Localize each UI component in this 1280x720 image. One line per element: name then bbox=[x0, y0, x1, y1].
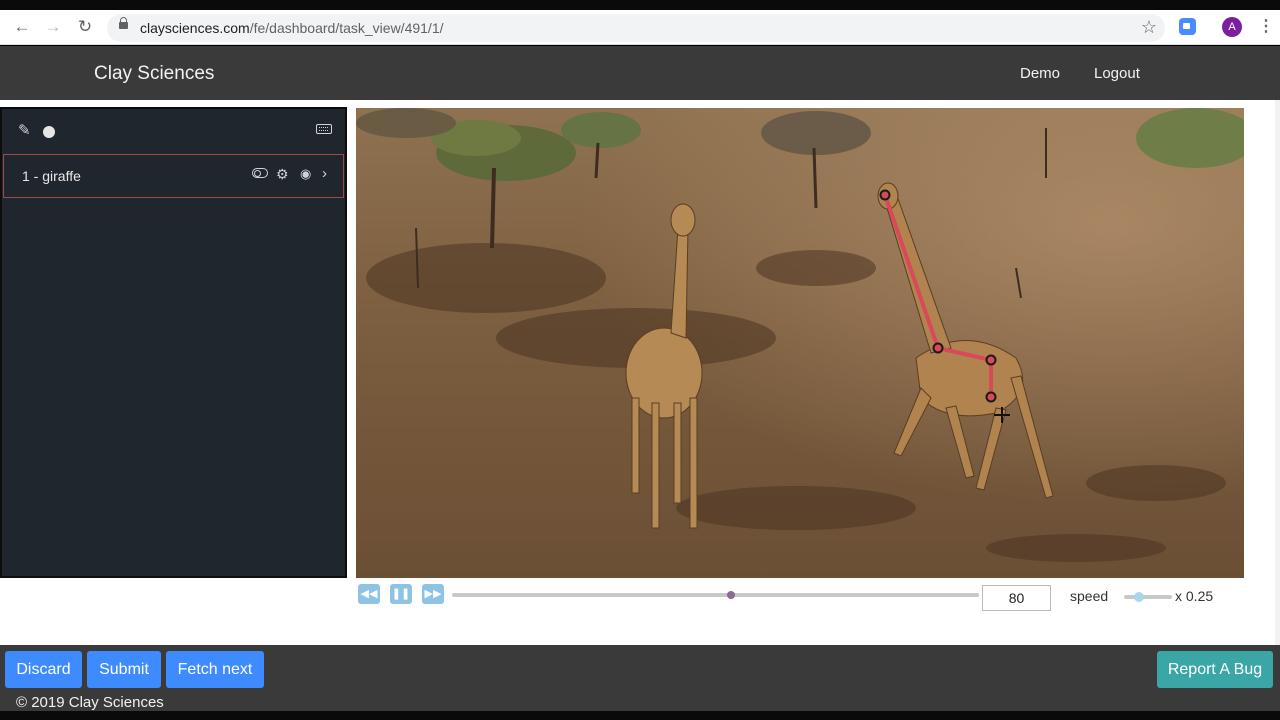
nav-logout-link[interactable]: Logout bbox=[1094, 65, 1140, 82]
objects-sidebar: ✎ 1 - giraffe ⚙ ◉ › bbox=[0, 107, 347, 578]
window-bottom-edge bbox=[0, 711, 1280, 720]
chevron-right-icon[interactable]: › bbox=[322, 165, 327, 182]
nav-demo-link[interactable]: Demo bbox=[1020, 65, 1060, 82]
keypoint-neck-base bbox=[932, 342, 944, 354]
pause-button[interactable]: ❚❚ bbox=[390, 584, 412, 604]
object-item-giraffe[interactable]: 1 - giraffe ⚙ ◉ › bbox=[3, 154, 344, 198]
zoom-extension-icon[interactable] bbox=[1179, 18, 1196, 35]
footer-bar: Discard Submit Fetch next Report A Bug ©… bbox=[0, 645, 1280, 711]
speed-slider-thumb[interactable] bbox=[1133, 592, 1144, 602]
keypoint-head bbox=[879, 189, 891, 201]
frame-number-input[interactable]: 80 bbox=[982, 585, 1051, 611]
eye-icon[interactable]: ◉ bbox=[300, 166, 311, 182]
page-scrollbar[interactable] bbox=[1275, 100, 1280, 645]
keyboard-icon[interactable] bbox=[316, 124, 332, 134]
pencil-icon[interactable]: ✎ bbox=[18, 121, 31, 139]
submit-button[interactable]: Submit bbox=[87, 651, 161, 688]
reload-icon[interactable]: ↻ bbox=[75, 17, 95, 37]
url-path: /fe/dashboard/task_view/491/1/ bbox=[249, 20, 444, 36]
speed-slider[interactable] bbox=[1124, 592, 1172, 602]
annotation-toolbar: ✎ bbox=[2, 109, 345, 154]
timeline-slider[interactable] bbox=[452, 591, 979, 599]
copyright-text: © 2019 Clay Sciences bbox=[16, 694, 164, 711]
browser-toolbar: ← → ↻ claysciences.com/fe/dashboard/task… bbox=[0, 10, 1280, 45]
toggle-icon[interactable] bbox=[252, 168, 268, 178]
address-bar[interactable]: claysciences.com/fe/dashboard/task_view/… bbox=[107, 14, 1165, 42]
speed-label: speed bbox=[1070, 588, 1109, 604]
url-text: claysciences.com/fe/dashboard/task_view/… bbox=[140, 20, 444, 36]
video-canvas[interactable] bbox=[356, 108, 1244, 578]
report-bug-button[interactable]: Report A Bug bbox=[1157, 651, 1273, 688]
object-label: 1 - giraffe bbox=[22, 168, 81, 184]
main-content: ✎ 1 - giraffe ⚙ ◉ › ◀◀ ❚❚ ▶▶ 80 speed x … bbox=[0, 100, 1280, 645]
cogs-icon[interactable]: ⚙ bbox=[276, 166, 289, 183]
video-frame[interactable] bbox=[356, 108, 1244, 578]
forward-arrow-icon[interactable]: → bbox=[43, 17, 63, 37]
app-navbar: Clay Sciences Demo Logout bbox=[0, 46, 1280, 100]
browser-menu-icon[interactable]: ⋮ bbox=[1258, 16, 1274, 38]
bookmark-star-icon[interactable]: ☆ bbox=[1141, 17, 1157, 38]
url-domain: claysciences.com bbox=[140, 20, 250, 36]
back-arrow-icon[interactable]: ← bbox=[12, 17, 32, 37]
brand-logo-text[interactable]: Clay Sciences bbox=[94, 63, 214, 85]
window-titlebar bbox=[0, 0, 1280, 10]
keypoint-hip bbox=[985, 391, 997, 403]
keypoint-back bbox=[985, 354, 997, 366]
fetch-next-button[interactable]: Fetch next bbox=[166, 651, 264, 688]
profile-avatar[interactable]: A bbox=[1222, 17, 1242, 37]
discard-button[interactable]: Discard bbox=[5, 651, 82, 688]
fast-forward-button[interactable]: ▶▶ bbox=[422, 584, 444, 604]
point-tool-icon[interactable] bbox=[43, 126, 55, 138]
rewind-button[interactable]: ◀◀ bbox=[358, 584, 380, 604]
lock-icon bbox=[119, 17, 128, 29]
speed-value: x 0.25 bbox=[1175, 588, 1214, 604]
timeline-thumb[interactable] bbox=[727, 591, 736, 599]
